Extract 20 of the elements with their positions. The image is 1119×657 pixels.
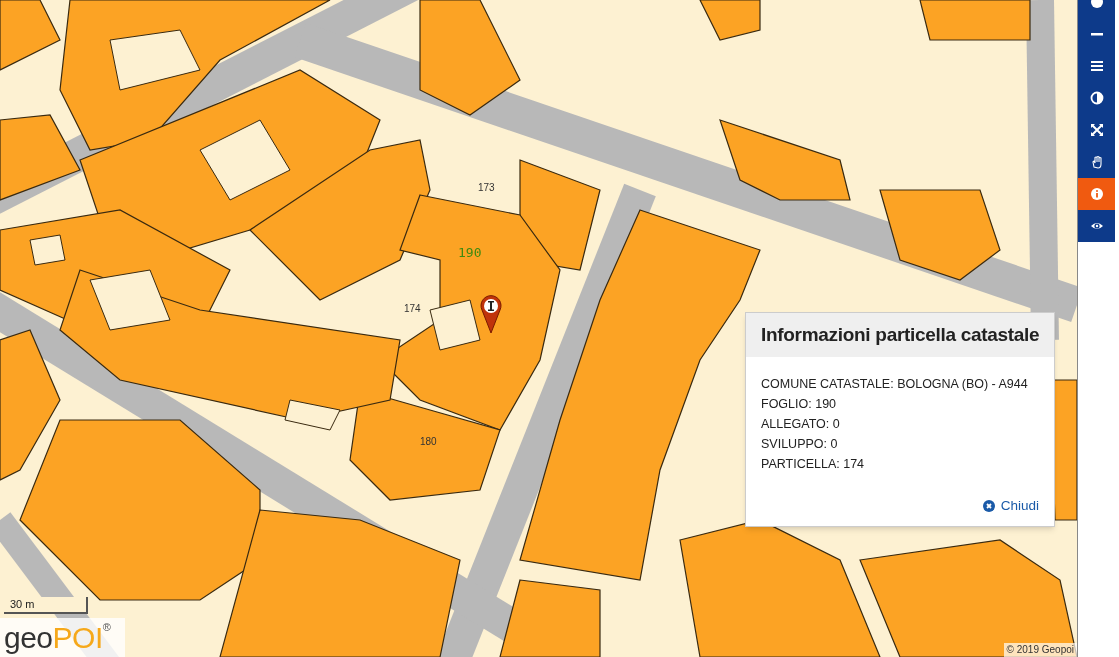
popup-title: Informazioni particella catastale	[761, 322, 1040, 347]
info-button[interactable]	[1078, 178, 1115, 210]
contrast-icon	[1089, 91, 1104, 105]
attribution-text: © 2019 Geopoi	[1003, 643, 1077, 657]
parcel-number-label: 173	[478, 182, 495, 194]
popup-info-line: PARTICELLA: 174	[761, 456, 866, 473]
popup-info-line: FOGLIO: 190	[761, 396, 838, 413]
close-button[interactable]: Chiudi	[982, 495, 1039, 516]
menu-icon	[1089, 59, 1104, 73]
parcel-number-label: 174	[404, 303, 421, 315]
parcel-number-label: 180	[420, 436, 437, 448]
popup-info-line: SVILUPPO: 0	[761, 436, 839, 453]
popup-info-line: ALLEGATO: 0	[761, 416, 841, 433]
close-icon	[982, 499, 995, 512]
logo-text: geoPOI®	[4, 620, 111, 656]
popup-info-line: COMUNE CATASTALE: BOLOGNA (BO) - A944	[761, 376, 1029, 393]
sheet-number-label: 190	[458, 246, 482, 260]
hand-icon	[1089, 155, 1104, 169]
info-icon	[1089, 187, 1104, 201]
fullscreen-icon	[1089, 123, 1104, 137]
